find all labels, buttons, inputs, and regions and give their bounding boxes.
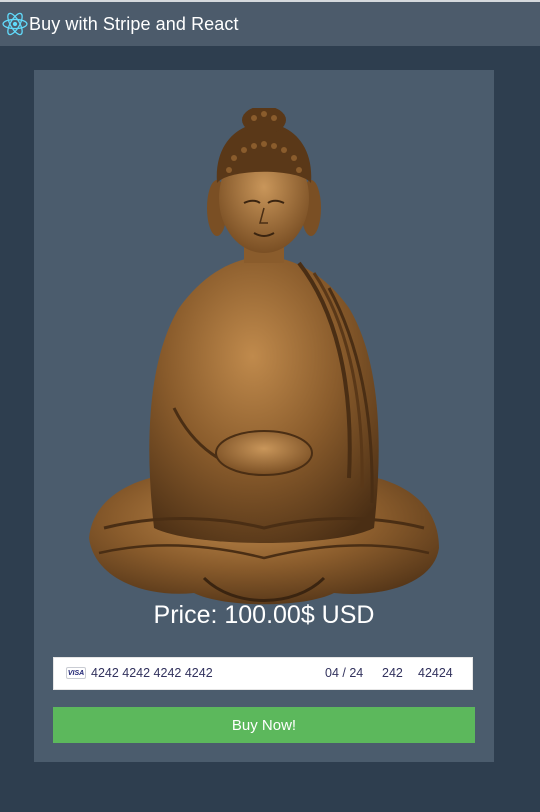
product-image [89, 108, 439, 605]
react-logo-icon [2, 11, 28, 37]
app-header: Buy with Stripe and React [0, 2, 540, 46]
card-zip-input[interactable]: 42424 [418, 658, 453, 691]
visa-brand-icon: VISA [66, 667, 86, 679]
app-title: Buy with Stripe and React [29, 13, 239, 34]
product-card: Price: 100.00$ USD VISA 4242 4242 4242 4… [34, 70, 494, 762]
card-input-field[interactable]: VISA 4242 4242 4242 4242 04 / 24 242 424… [53, 657, 473, 690]
product-price: Price: 100.00$ USD [153, 601, 375, 629]
card-number-input[interactable]: 4242 4242 4242 4242 [91, 658, 213, 691]
card-expiry-input[interactable]: 04 / 24 [325, 658, 363, 691]
card-cvc-input[interactable]: 242 [382, 658, 403, 691]
buy-now-button[interactable]: Buy Now! [53, 707, 475, 743]
